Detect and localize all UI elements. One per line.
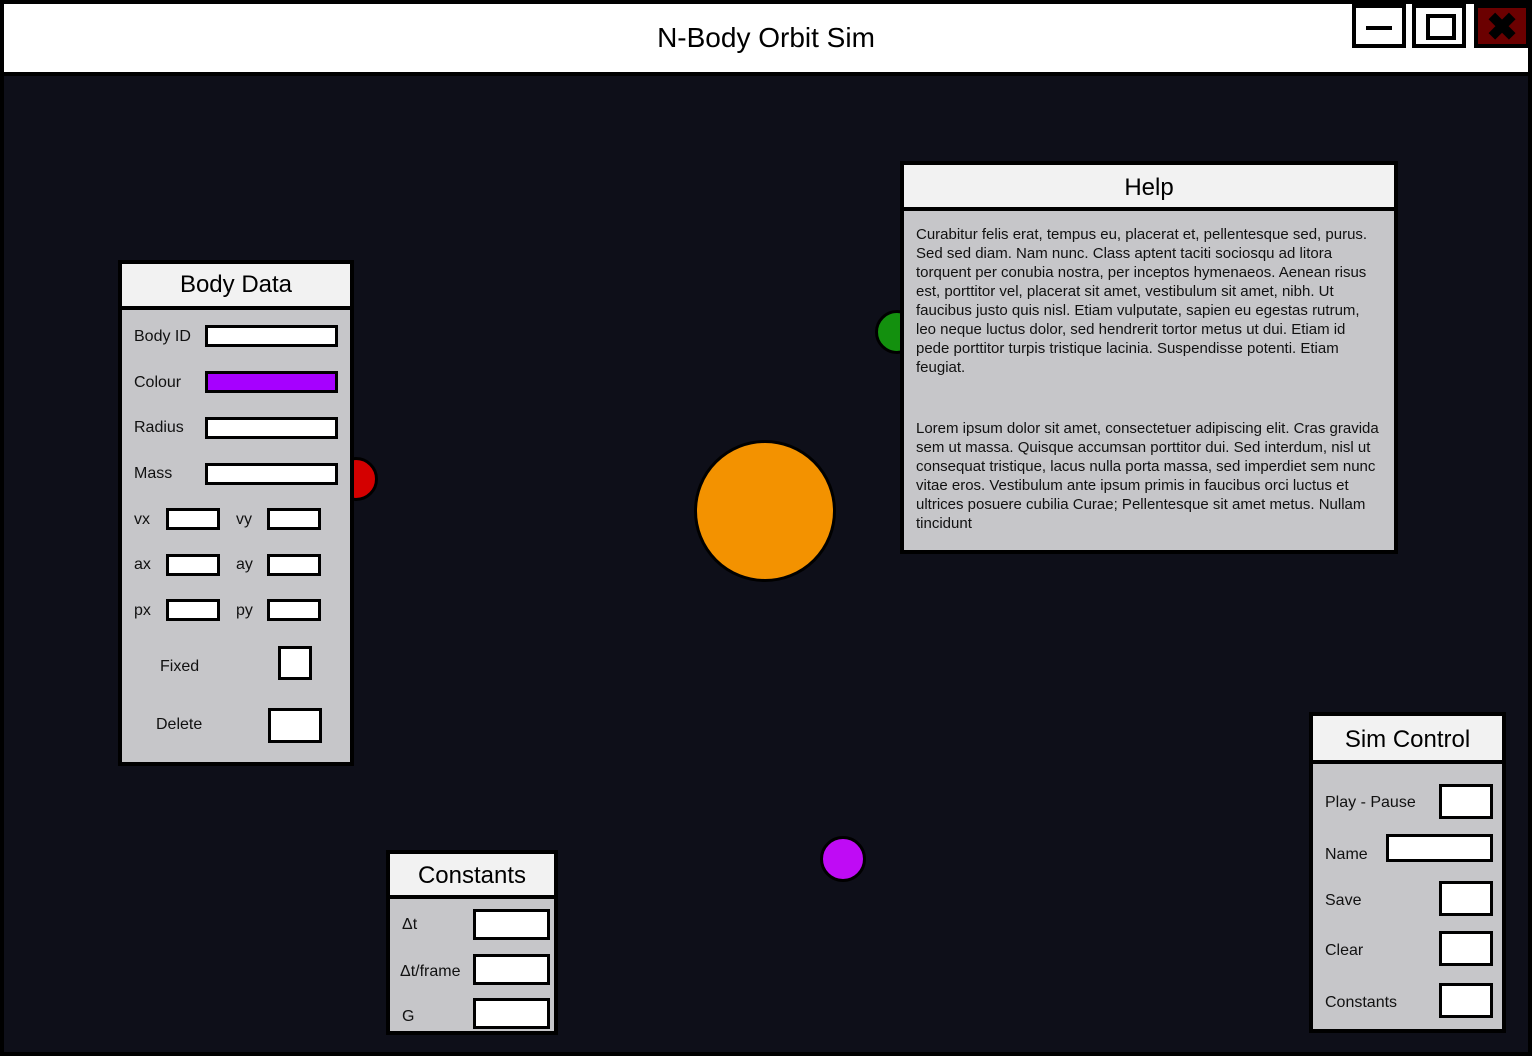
sim-control-panel: Sim Control Play - Pause Name Save Clear… [1309, 712, 1506, 1033]
dt-frame-field[interactable] [473, 954, 550, 985]
radius-field[interactable] [205, 417, 338, 439]
py-field[interactable] [267, 599, 321, 621]
help-title: Help [904, 165, 1394, 211]
help-paragraph-2: Lorem ipsum dolor sit amet, consectetuer… [916, 420, 1379, 532]
title-bar[interactable]: N-Body Orbit Sim ✖ [4, 4, 1530, 76]
mass-label: Mass [134, 465, 173, 482]
radius-label: Radius [134, 419, 184, 436]
minimize-icon [1366, 26, 1392, 30]
ay-label: ay [236, 556, 253, 573]
constants-toggle-label: Constants [1325, 994, 1398, 1011]
vy-field[interactable] [267, 508, 321, 530]
g-label: G [402, 1008, 415, 1025]
colour-label: Colour [134, 374, 182, 391]
mass-field[interactable] [205, 463, 338, 485]
dt-label: Δt [402, 916, 418, 933]
dt-field[interactable] [473, 909, 550, 940]
py-label: py [236, 602, 253, 619]
colour-field[interactable] [205, 371, 338, 393]
delete-label: Delete [156, 716, 203, 733]
minimize-button[interactable] [1352, 4, 1406, 48]
play-pause-label: Play - Pause [1325, 794, 1416, 811]
help-panel: Help Curabitur felis erat, tempus eu, pl… [900, 161, 1398, 554]
save-label: Save [1325, 892, 1362, 909]
ax-label: ax [134, 556, 151, 573]
name-label: Name [1325, 846, 1368, 863]
constants-button[interactable] [1439, 983, 1493, 1018]
ax-field[interactable] [166, 554, 220, 576]
fixed-checkbox[interactable] [278, 646, 312, 680]
body-data-panel: Body Data Body ID Colour Radius Mass vx … [118, 260, 354, 766]
name-field[interactable] [1386, 834, 1493, 862]
delete-button[interactable] [268, 708, 322, 743]
dt-frame-label: Δt/frame [400, 963, 461, 980]
close-button[interactable]: ✖ [1474, 4, 1530, 49]
constants-panel: Constants Δt Δt/frame G [386, 850, 558, 1035]
play-pause-button[interactable] [1439, 784, 1493, 819]
body-purple-planet[interactable] [820, 836, 866, 882]
maximize-button[interactable] [1412, 4, 1466, 48]
save-button[interactable] [1439, 881, 1493, 916]
body-central-star[interactable] [694, 440, 836, 582]
px-label: px [134, 602, 151, 619]
body-id-label: Body ID [134, 328, 191, 345]
close-icon: ✖ [1486, 7, 1518, 49]
constants-title: Constants [390, 854, 554, 899]
vx-label: vx [134, 511, 150, 528]
vy-label: vy [236, 511, 252, 528]
px-field[interactable] [166, 599, 220, 621]
clear-button[interactable] [1439, 931, 1493, 966]
vx-field[interactable] [166, 508, 220, 530]
g-field[interactable] [473, 998, 550, 1029]
simulation-canvas[interactable]: Body Data Body ID Colour Radius Mass vx … [4, 76, 1528, 1052]
help-paragraph-1: Curabitur felis erat, tempus eu, placera… [916, 226, 1368, 376]
body-data-title: Body Data [122, 264, 350, 310]
fixed-label: Fixed [160, 658, 200, 675]
app-window: N-Body Orbit Sim ✖ Body Data Body ID Col… [0, 0, 1532, 1056]
body-id-field[interactable] [205, 325, 338, 347]
window-title: N-Body Orbit Sim [657, 22, 875, 53]
maximize-icon [1426, 14, 1456, 40]
sim-control-title: Sim Control [1313, 716, 1502, 764]
ay-field[interactable] [267, 554, 321, 576]
clear-label: Clear [1325, 942, 1364, 959]
